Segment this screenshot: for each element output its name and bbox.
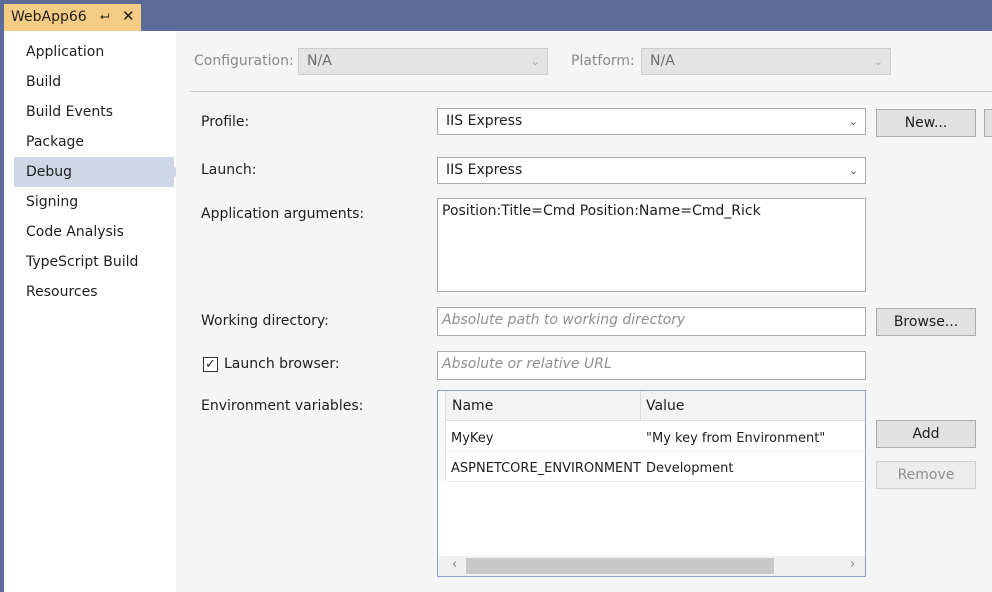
- app-args-label: Application arguments:: [201, 206, 365, 222]
- document-tab-title: WebApp66: [11, 9, 87, 25]
- sidebar-item-typescript-build[interactable]: TypeScript Build: [14, 247, 174, 277]
- chevron-down-icon: ⌄: [848, 164, 858, 177]
- working-dir-input[interactable]: Absolute path to working directory: [437, 307, 866, 336]
- delete-profile-button[interactable]: [984, 109, 992, 137]
- title-bar: WebApp66 ⮠ ✕: [0, 0, 992, 31]
- sidebar-item-build-events[interactable]: Build Events: [14, 97, 174, 127]
- env-value-cell[interactable]: Development: [646, 461, 734, 476]
- launch-url-placeholder: Absolute or relative URL: [442, 356, 612, 372]
- sidebar: Application Build Build Events Package D…: [0, 31, 180, 592]
- column-header-value[interactable]: Value: [646, 398, 684, 414]
- column-header-name[interactable]: Name: [452, 398, 493, 414]
- browse-button[interactable]: Browse...: [876, 308, 976, 336]
- horizontal-scrollbar[interactable]: ‹ ›: [438, 556, 865, 576]
- env-name-cell[interactable]: MyKey: [451, 431, 493, 446]
- row-header-strip: [438, 391, 446, 481]
- profile-value: IIS Express: [446, 113, 523, 129]
- add-env-button[interactable]: Add: [876, 420, 976, 448]
- launch-browser-checkbox[interactable]: ✓: [203, 357, 218, 372]
- document-tab[interactable]: WebApp66 ⮠ ✕: [4, 4, 141, 31]
- working-dir-placeholder: Absolute path to working directory: [442, 312, 686, 328]
- row-divider: [446, 481, 865, 482]
- sidebar-item-debug[interactable]: Debug: [14, 157, 180, 187]
- divider: [190, 91, 992, 92]
- table-header: Name Value: [438, 391, 865, 421]
- app-args-input[interactable]: Position:Title=Cmd Position:Name=Cmd_Ric…: [437, 198, 866, 292]
- configuration-value: N/A: [307, 53, 332, 69]
- configuration-dropdown[interactable]: N/A ⌄: [298, 48, 548, 75]
- launch-browser-label: Launch browser:: [224, 356, 340, 372]
- env-vars-table[interactable]: Name Value MyKey "My key from Environmen…: [437, 390, 866, 577]
- sidebar-item-build[interactable]: Build: [14, 67, 174, 97]
- sidebar-item-code-analysis[interactable]: Code Analysis: [14, 217, 174, 247]
- launch-url-input[interactable]: Absolute or relative URL: [437, 351, 866, 380]
- sidebar-item-application[interactable]: Application: [14, 37, 174, 67]
- sidebar-item-resources[interactable]: Resources: [14, 277, 174, 307]
- platform-value: N/A: [650, 53, 675, 69]
- app-args-value: Position:Title=Cmd Position:Name=Cmd_Ric…: [442, 203, 761, 219]
- working-dir-label: Working directory:: [201, 313, 329, 329]
- chevron-down-icon: ⌄: [530, 55, 540, 68]
- profile-dropdown[interactable]: IIS Express ⌄: [437, 108, 866, 135]
- row-divider: [446, 451, 865, 452]
- sidebar-item-signing[interactable]: Signing: [14, 187, 174, 217]
- close-icon[interactable]: ✕: [122, 7, 135, 25]
- chevron-down-icon: ⌄: [848, 115, 858, 128]
- env-value-cell[interactable]: "My key from Environment": [646, 431, 825, 446]
- launch-dropdown[interactable]: IIS Express ⌄: [437, 157, 866, 184]
- remove-env-button[interactable]: Remove: [876, 461, 976, 489]
- column-divider[interactable]: [640, 391, 641, 421]
- chevron-down-icon: ⌄: [873, 55, 883, 68]
- scrollbar-thumb[interactable]: [466, 558, 774, 574]
- platform-dropdown[interactable]: N/A ⌄: [641, 48, 891, 75]
- env-vars-label: Environment variables:: [201, 398, 364, 414]
- launch-label: Launch:: [201, 162, 257, 178]
- sidebar-item-package[interactable]: Package: [14, 127, 174, 157]
- scroll-right-icon[interactable]: ›: [850, 557, 855, 572]
- pin-icon[interactable]: ⮠: [100, 9, 110, 24]
- scroll-left-icon[interactable]: ‹: [452, 557, 457, 572]
- env-name-cell[interactable]: ASPNETCORE_ENVIRONMENT: [451, 461, 641, 476]
- platform-label: Platform:: [571, 53, 635, 69]
- configuration-label: Configuration:: [194, 53, 294, 69]
- launch-value: IIS Express: [446, 162, 523, 178]
- profile-label: Profile:: [201, 114, 250, 130]
- new-profile-button[interactable]: New...: [876, 109, 976, 137]
